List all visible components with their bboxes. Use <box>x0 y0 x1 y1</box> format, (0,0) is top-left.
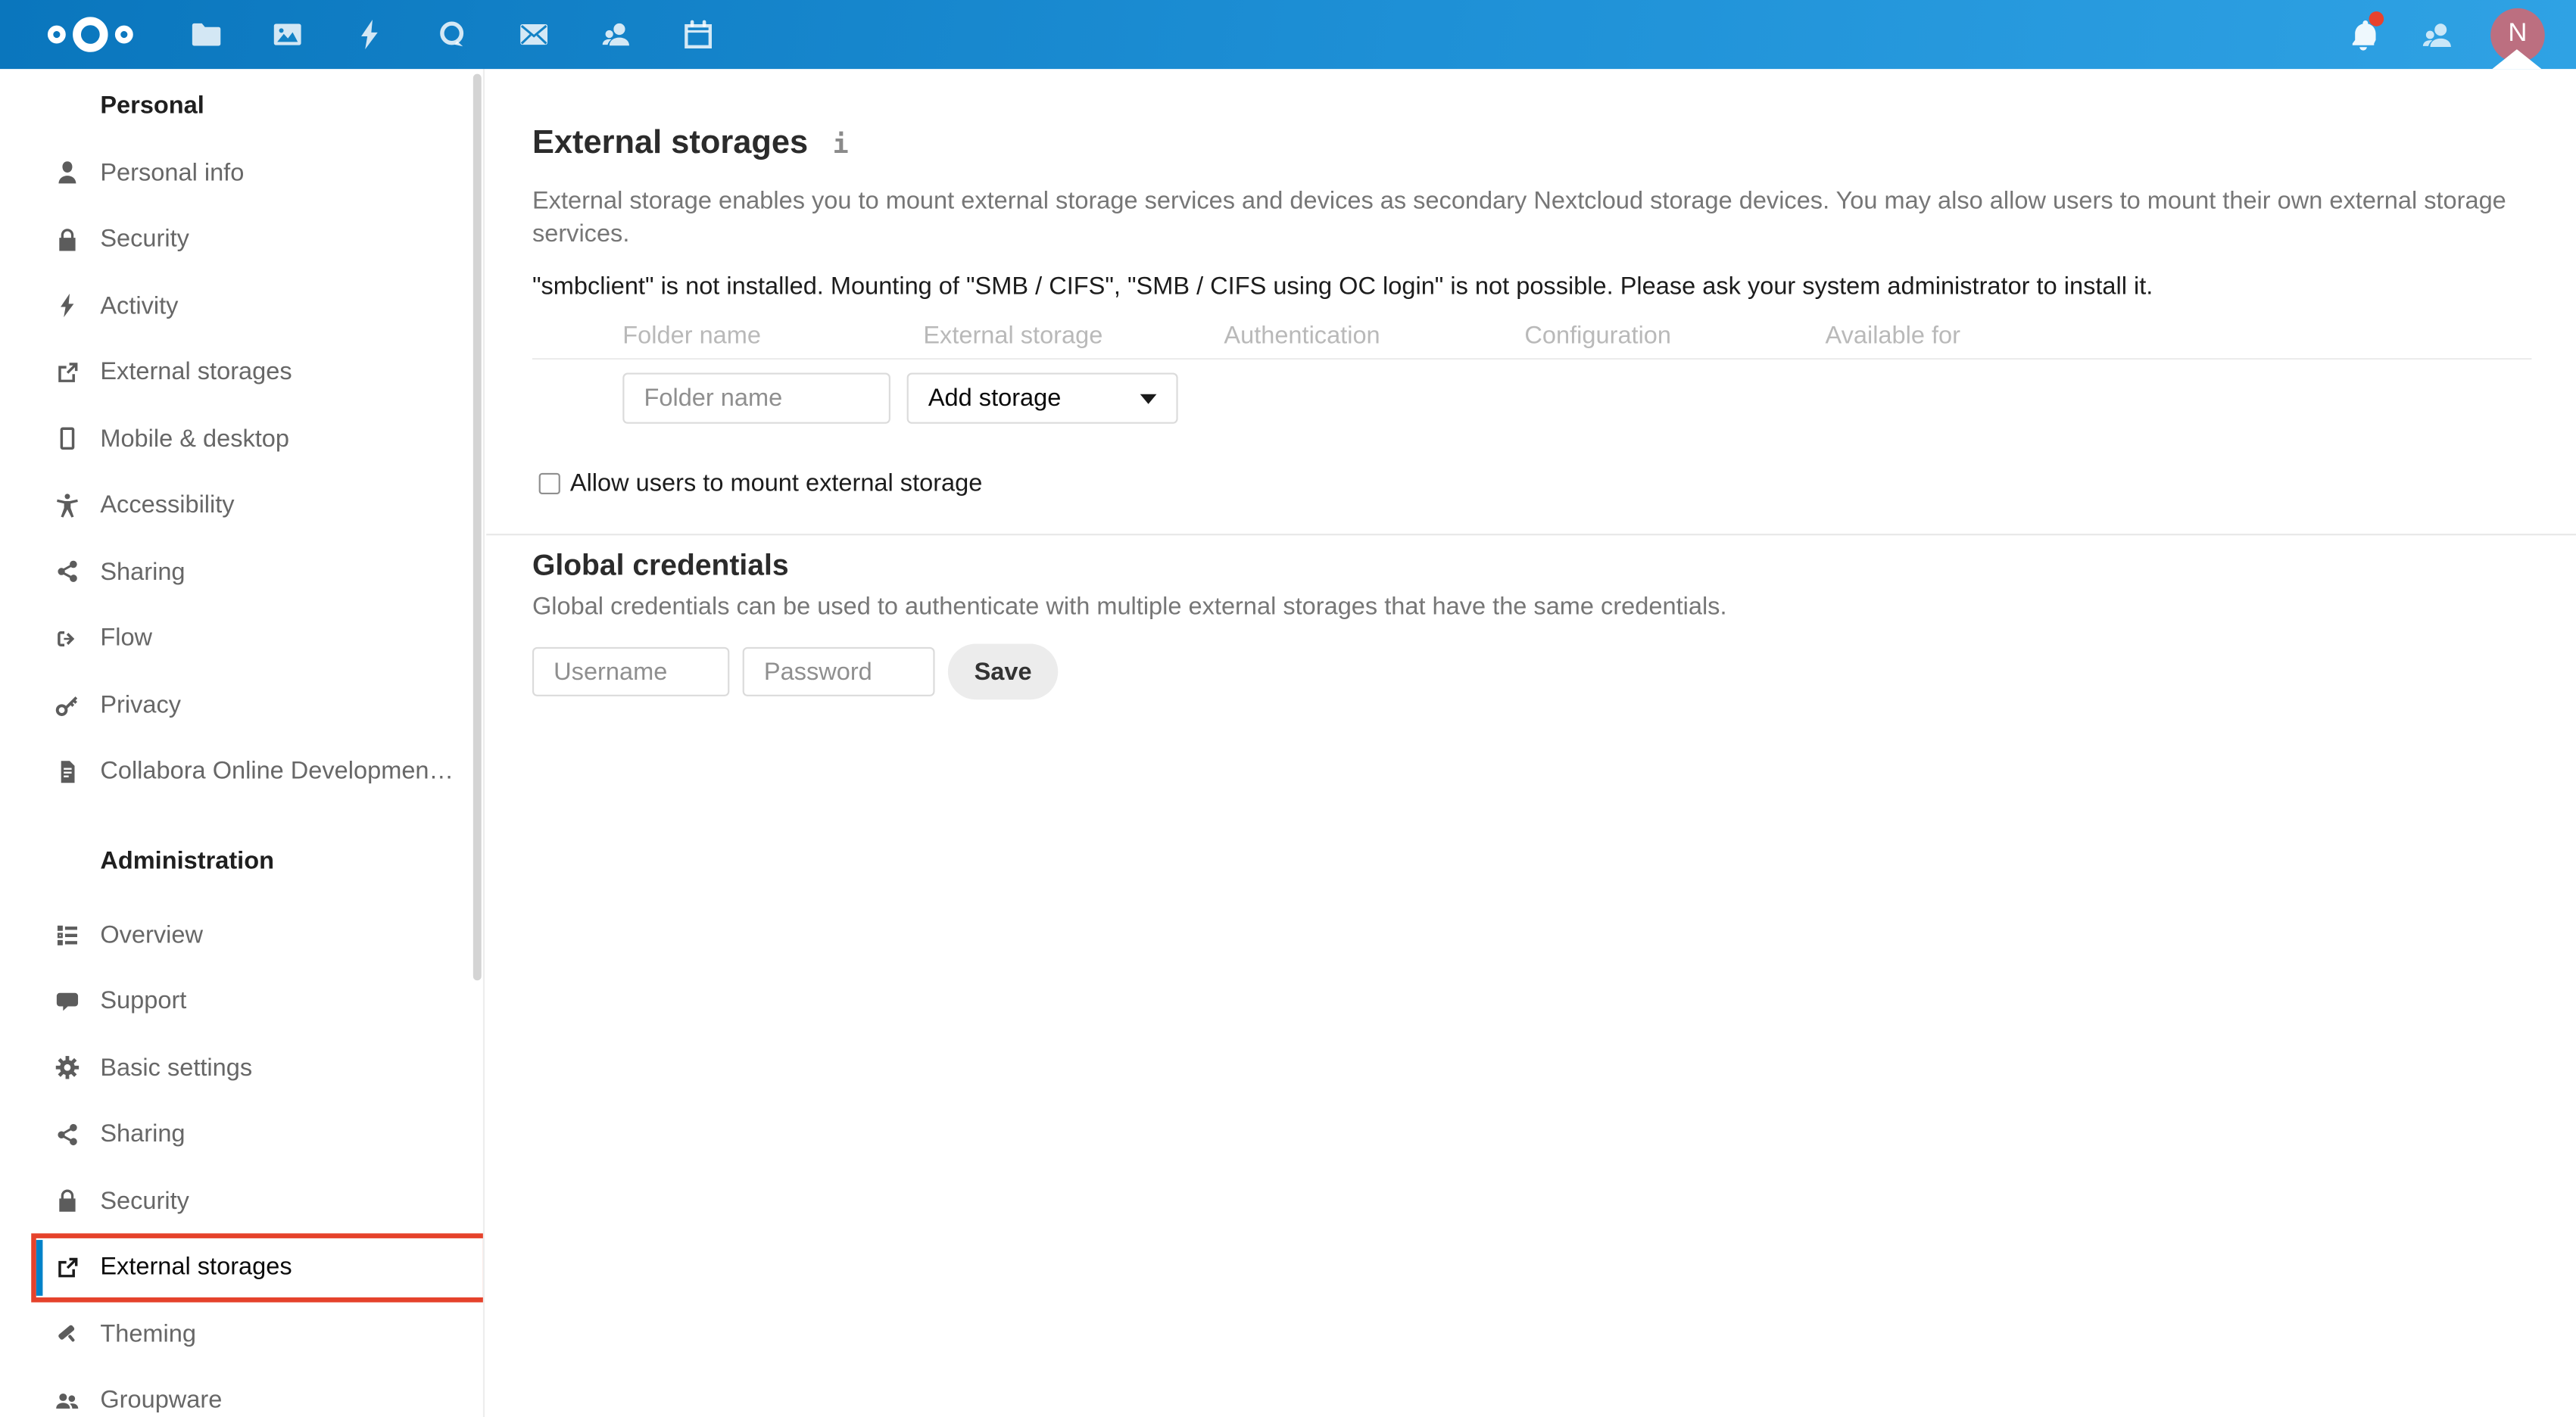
document-icon <box>55 758 81 785</box>
key-icon <box>55 692 81 718</box>
sidebar-section-personal-header: Personal <box>100 92 204 120</box>
section-divider <box>486 534 2576 536</box>
contacts-menu-icon <box>2419 17 2454 52</box>
app-root: N Personal Personal info Security Activi… <box>0 0 2576 1417</box>
contacts-people-icon <box>600 18 632 51</box>
folder-name-input[interactable] <box>622 372 890 424</box>
app-talk[interactable] <box>410 0 492 69</box>
global-credentials-form: Save <box>532 643 2531 700</box>
allow-user-mount-row: Allow users to mount external storage <box>532 469 2531 498</box>
active-page-caret <box>2492 49 2542 70</box>
column-folder-name: Folder name <box>622 321 762 350</box>
add-storage-select-label: Add storage <box>928 384 1062 413</box>
sidebar-item-external-storages[interactable]: External storages <box>0 339 483 406</box>
overview-list-icon <box>55 922 81 948</box>
sidebar-item-sharing[interactable]: Sharing <box>0 539 483 606</box>
contacts-menu-button[interactable] <box>2417 15 2456 54</box>
sidebar-item-personal-info[interactable]: Personal info <box>0 139 483 206</box>
app-mail[interactable] <box>493 0 575 69</box>
nextcloud-logo-icon <box>47 17 133 52</box>
sidebar-item-flow[interactable]: Flow <box>0 606 483 672</box>
password-field[interactable] <box>742 646 935 696</box>
people-icon <box>55 1387 81 1414</box>
chevron-down-icon <box>1140 393 1157 403</box>
avatar-letter: N <box>2508 20 2528 48</box>
app-calendar[interactable] <box>657 0 739 69</box>
sidebar-item-external-storages-admin[interactable]: External storages <box>0 1232 483 1303</box>
share-icon <box>55 559 81 585</box>
column-external-storage: External storage <box>923 321 1103 350</box>
app-menu <box>164 0 739 69</box>
sidebar-item-security[interactable]: Security <box>0 206 483 272</box>
paint-roller-icon <box>55 1321 81 1347</box>
column-authentication: Authentication <box>1224 321 1380 350</box>
sidebar-item-groupware[interactable]: Groupware <box>0 1367 483 1417</box>
accessibility-icon <box>55 492 81 519</box>
share-icon <box>55 1121 81 1148</box>
allow-user-mount-checkbox[interactable] <box>538 472 560 495</box>
user-icon <box>55 160 81 186</box>
files-folder-icon <box>189 18 222 51</box>
settings-sidebar: Personal Personal info Security Activity… <box>0 69 485 1417</box>
sidebar-item-privacy[interactable]: Privacy <box>0 671 483 738</box>
sidebar-item-activity[interactable]: Activity <box>0 272 483 339</box>
bolt-icon <box>55 293 81 319</box>
info-icon[interactable]: i <box>833 128 849 159</box>
sidebar-item-accessibility[interactable]: Accessibility <box>0 472 483 539</box>
activity-bolt-icon <box>353 18 385 51</box>
smbclient-warning-text: "smbclient" is not installed. Mounting o… <box>532 272 2153 301</box>
sidebar-item-basic-settings[interactable]: Basic settings <box>0 1035 483 1101</box>
sidebar-item-support[interactable]: Support <box>0 968 483 1035</box>
notification-dot <box>2369 11 2384 26</box>
sidebar-scrollbar[interactable] <box>472 73 482 981</box>
talk-bubble-icon <box>435 18 468 51</box>
mail-envelope-icon <box>517 18 550 51</box>
lock-icon <box>55 1188 81 1214</box>
main-content: External storages i External storage ena… <box>486 69 2576 1417</box>
flow-icon <box>55 625 81 652</box>
column-available-for: Available for <box>1825 321 1960 350</box>
intro-text: External storage enables you to mount ex… <box>532 187 2506 248</box>
sidebar-item-mobile-desktop[interactable]: Mobile & desktop <box>0 406 483 472</box>
global-credentials-section: Global credentials Global credentials ca… <box>486 547 2576 700</box>
allow-user-mount-label: Allow users to mount external storage <box>569 469 983 498</box>
lock-icon <box>55 226 81 253</box>
add-storage-select[interactable]: Add storage <box>906 372 1178 424</box>
calendar-icon <box>681 18 714 51</box>
external-link-icon <box>55 360 81 386</box>
save-button[interactable]: Save <box>947 643 1059 700</box>
page-title: External storages <box>532 124 809 161</box>
notifications-button[interactable] <box>2343 11 2384 54</box>
new-storage-row: Add storage <box>532 360 2531 424</box>
top-bar: N <box>0 0 2576 70</box>
sidebar-section-administration-header: Administration <box>100 847 274 876</box>
sidebar-item-security-admin[interactable]: Security <box>0 1168 483 1235</box>
photos-icon <box>271 18 304 51</box>
app-contacts[interactable] <box>575 0 656 69</box>
global-credentials-title: Global credentials <box>532 548 789 582</box>
sidebar-item-collabora[interactable]: Collabora Online Development Edit… <box>0 738 483 805</box>
sidebar-item-sharing-admin[interactable]: Sharing <box>0 1101 483 1168</box>
active-item-indicator <box>36 1238 43 1296</box>
gear-icon <box>55 1054 81 1081</box>
sidebar-item-theming[interactable]: Theming <box>0 1300 483 1367</box>
app-photos[interactable] <box>246 0 328 69</box>
nextcloud-logo[interactable] <box>42 13 138 55</box>
username-field[interactable] <box>532 646 730 696</box>
external-link-icon <box>55 1254 81 1281</box>
sidebar-item-overview[interactable]: Overview <box>0 902 483 968</box>
column-configuration: Configuration <box>1524 321 1672 350</box>
global-credentials-description: Global credentials can be used to authen… <box>532 593 1727 621</box>
phone-icon <box>55 425 81 452</box>
app-files[interactable] <box>164 0 246 69</box>
app-activity[interactable] <box>329 0 410 69</box>
comment-icon <box>55 989 81 1015</box>
storage-table-header: Folder name External storage Authenticat… <box>532 321 2532 360</box>
